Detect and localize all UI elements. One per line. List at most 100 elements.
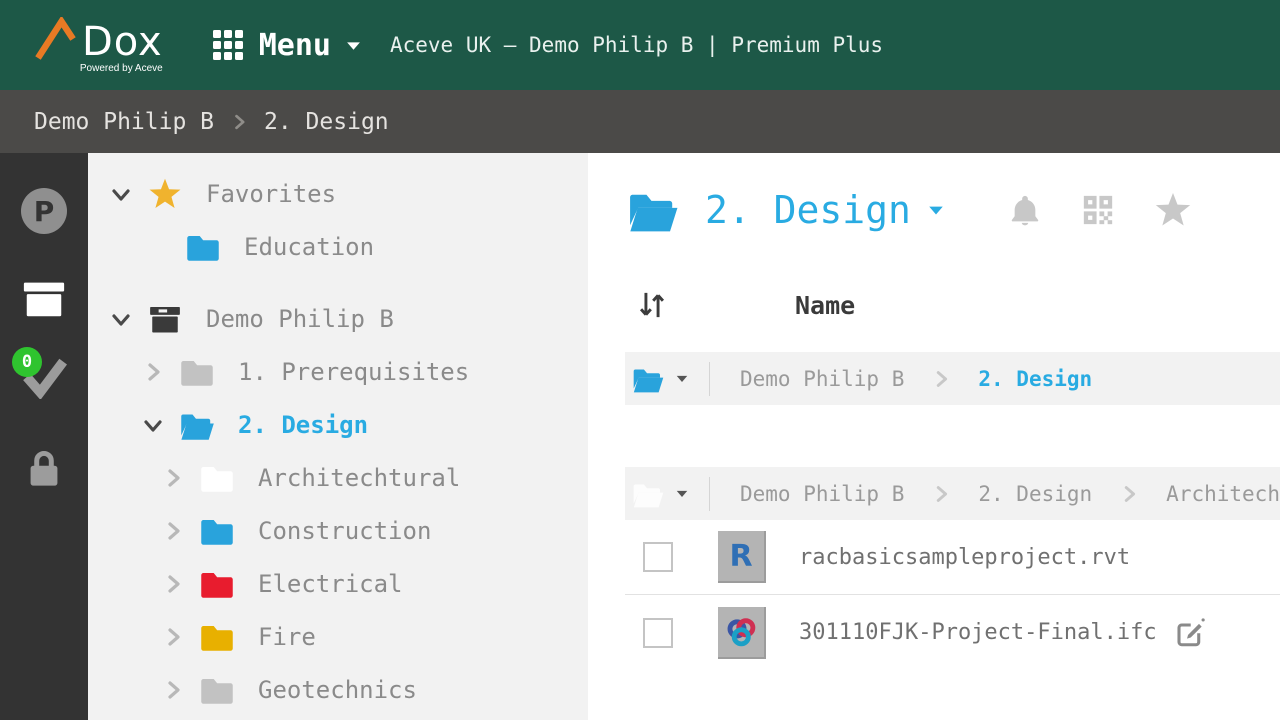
tree-item-demo-philip-b[interactable]: Demo Philip B: [88, 292, 588, 345]
chevron-down-icon[interactable]: [108, 182, 134, 206]
path-segment[interactable]: Architechtural: [1166, 482, 1280, 506]
menu-button[interactable]: Menu: [212, 27, 362, 63]
chevron-down-icon: [345, 39, 362, 52]
chevron-right-icon[interactable]: [140, 360, 166, 384]
breadcrumb-segment-current[interactable]: 2. Design: [264, 109, 389, 135]
divider: [709, 361, 710, 396]
folder-icon: [179, 355, 215, 389]
open-folder-icon: [631, 364, 665, 394]
ifc-logo-icon: [724, 615, 758, 649]
tree-item-label: 2. Design: [238, 410, 369, 439]
folder-icon: [199, 514, 235, 548]
chevron-down-icon[interactable]: [108, 307, 134, 331]
column-header-name[interactable]: Name: [795, 291, 855, 320]
file-checkbox[interactable]: [643, 617, 673, 648]
file-checkbox[interactable]: [643, 542, 673, 572]
chevron-right-icon: [1118, 483, 1140, 505]
open-folder-icon: [631, 479, 665, 509]
qr-code-icon[interactable]: [1081, 193, 1115, 227]
path-segment-current[interactable]: 2. Design: [978, 367, 1092, 391]
title-dropdown-caret-icon[interactable]: [927, 203, 945, 217]
app-logo[interactable]: Dox Powered by Aceve: [34, 17, 163, 74]
edit-icon[interactable]: [1173, 617, 1205, 649]
tree-item-label: Construction: [258, 516, 432, 545]
file-row-ifc[interactable]: 301110FJK-Project-Final.ifc: [625, 595, 1280, 670]
breadcrumb: Demo Philip B 2. Design: [0, 90, 1280, 153]
folder-tree: Favorites Education Demo Philip B 1. Pre…: [88, 153, 588, 720]
grid-menu-icon: [212, 30, 243, 60]
folder-row-design[interactable]: Demo Philip B 2. Design: [625, 352, 1280, 405]
chevron-down-icon[interactable]: [140, 413, 166, 437]
tree-item-label: Architechtural: [258, 463, 461, 492]
chevron-right-icon[interactable]: [160, 625, 186, 649]
tree-item-favorites[interactable]: Favorites: [88, 167, 588, 220]
menu-label: Menu: [258, 27, 331, 63]
favorite-star-icon[interactable]: [1153, 190, 1193, 230]
revit-file-icon: R: [718, 531, 766, 583]
file-row-rvt[interactable]: R racbasicsampleproject.rvt: [625, 520, 1280, 595]
chevron-right-icon: [229, 112, 249, 132]
logo-text: Dox: [82, 18, 163, 65]
tree-item-prerequisites[interactable]: 1. Prerequisites: [88, 345, 588, 398]
notifications-bell-icon[interactable]: [1007, 192, 1043, 228]
tasks-check-item[interactable]: 0: [12, 347, 70, 399]
sort-icon[interactable]: [635, 288, 669, 322]
tree-item-label: Geotechnics: [258, 675, 417, 704]
ifc-file-icon: [718, 606, 766, 659]
context-title: Aceve UK – Demo Philip B | Premium Plus: [389, 33, 884, 57]
tree-item-label: Electrical: [258, 569, 403, 598]
folder-icon: [199, 567, 235, 601]
tree-item-label: 1. Prerequisites: [238, 357, 470, 386]
divider: [709, 476, 710, 511]
logo-tagline: Powered by Aceve: [79, 62, 163, 74]
file-name[interactable]: racbasicsampleproject.rvt: [799, 545, 1130, 570]
tree-item-label: Fire: [258, 622, 316, 651]
chevron-right-icon[interactable]: [160, 678, 186, 702]
main-content: 2. Design Name Demo Philip B 2. Design D…: [588, 153, 1280, 720]
file-name[interactable]: 301110FJK-Project-Final.ifc: [799, 620, 1157, 645]
folder-row-architechtural[interactable]: Demo Philip B 2. Design Architechtural: [625, 467, 1280, 520]
folder-icon: [199, 620, 235, 654]
folder-dropdown-button[interactable]: [625, 364, 709, 394]
chevron-right-icon[interactable]: [160, 572, 186, 596]
icon-rail: P 0: [0, 153, 88, 720]
tree-item-fire[interactable]: Fire: [88, 610, 588, 663]
tree-item-label: Demo Philip B: [206, 304, 394, 333]
archive-box-icon[interactable]: [20, 275, 68, 321]
top-bar: Dox Powered by Aceve Menu Aceve UK – Dem…: [0, 0, 1280, 90]
chevron-right-icon[interactable]: [160, 466, 186, 490]
path-segment[interactable]: Demo Philip B: [740, 367, 904, 391]
folder-header: 2. Design: [625, 182, 1280, 238]
lock-icon[interactable]: [21, 445, 67, 491]
tree-item-label: Favorites: [206, 179, 337, 208]
folder-dropdown-button[interactable]: [625, 479, 709, 509]
folder-icon: [199, 461, 235, 495]
table-header: Name: [625, 286, 1280, 324]
page-title: 2. Design: [705, 188, 911, 232]
folder-icon: [199, 673, 235, 707]
tree-item-design-selected[interactable]: 2. Design: [88, 398, 588, 451]
revit-letter: R: [729, 538, 753, 574]
chevron-down-icon: [675, 488, 689, 499]
logo-mark-icon: [34, 17, 80, 61]
open-folder-icon: [625, 186, 681, 234]
tree-item-education[interactable]: Education: [88, 220, 588, 273]
chevron-down-icon: [675, 373, 689, 384]
chevron-right-icon: [930, 483, 952, 505]
breadcrumb-segment-root[interactable]: Demo Philip B: [34, 109, 214, 135]
folder-icon: [185, 230, 221, 264]
chevron-right-icon: [930, 368, 952, 390]
archive-box-icon: [147, 302, 183, 336]
tree-item-geotechnics[interactable]: Geotechnics: [88, 663, 588, 716]
open-folder-icon: [179, 408, 215, 442]
tree-item-architechtural[interactable]: Architechtural: [88, 451, 588, 504]
profile-badge[interactable]: P: [21, 188, 67, 234]
tree-item-construction[interactable]: Construction: [88, 504, 588, 557]
tree-item-label: Education: [244, 232, 375, 261]
path-segment[interactable]: Demo Philip B: [740, 482, 904, 506]
favorites-star-icon: [147, 177, 183, 211]
tasks-count-badge: 0: [12, 347, 42, 377]
path-segment[interactable]: 2. Design: [978, 482, 1092, 506]
chevron-right-icon[interactable]: [160, 519, 186, 543]
tree-item-electrical[interactable]: Electrical: [88, 557, 588, 610]
